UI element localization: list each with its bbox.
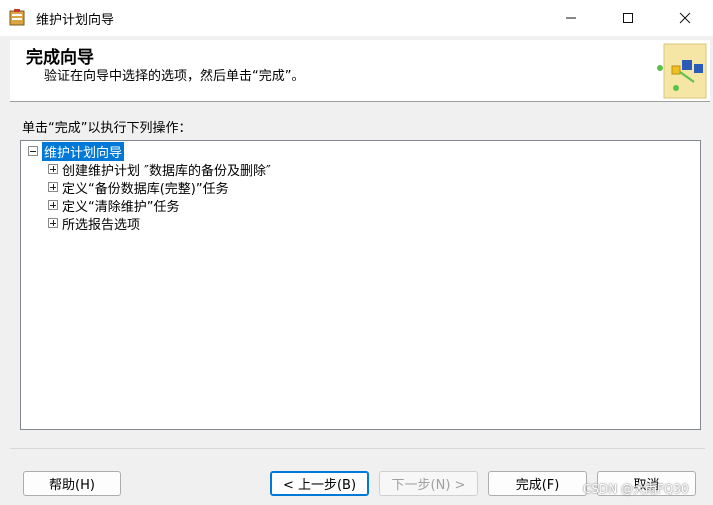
- wizard-graphic-icon: [657, 43, 707, 99]
- help-button[interactable]: 帮助(H): [23, 471, 121, 496]
- page-subtitle: 验证在向导中选择的选项，然后单击“完成”。: [44, 69, 305, 84]
- collapse-icon[interactable]: [28, 146, 38, 156]
- back-button[interactable]: < 上一步(B): [270, 471, 369, 496]
- expand-icon[interactable]: [48, 164, 58, 174]
- tree-item[interactable]: 定义“清除维护”任务: [48, 196, 180, 215]
- tree-item[interactable]: 创建维护计划 ″数据库的备份及删除″: [48, 160, 271, 179]
- next-button[interactable]: 下一步(N) >: [379, 471, 478, 496]
- close-button[interactable]: [657, 0, 713, 36]
- wizard-header: 完成向导 验证在向导中选择的选项，然后单击“完成”。: [10, 40, 710, 102]
- title-bar: 维护计划向导: [0, 0, 713, 36]
- close-icon: [679, 12, 691, 24]
- maximize-button[interactable]: [600, 0, 656, 36]
- tree-item-label: 定义“清除维护”任务: [62, 199, 180, 215]
- wizard-window: 维护计划向导 完成向导 验证在向导中选择的选项，然后单击“完成”。 单击“完成”…: [0, 0, 713, 505]
- tree-root-label: 维护计划向导: [40, 140, 126, 162]
- window-title: 维护计划向导: [36, 13, 115, 28]
- tree-item[interactable]: 定义“备份数据库(完整)”任务: [48, 178, 229, 197]
- tree-item-label: 创建维护计划 ″数据库的备份及删除″: [62, 163, 271, 179]
- expand-icon[interactable]: [48, 218, 58, 228]
- tree-item-label: 所选报告选项: [62, 217, 141, 233]
- tree-item[interactable]: 所选报告选项: [48, 214, 141, 233]
- minimize-icon: [566, 17, 576, 19]
- footer-divider: [10, 448, 705, 449]
- tree-item-label: 定义“备份数据库(完整)”任务: [62, 181, 229, 197]
- instruction-label: 单击“完成”以执行下列操作：: [22, 121, 192, 136]
- maximize-icon: [623, 13, 633, 23]
- minimize-button[interactable]: [543, 0, 599, 36]
- watermark: CSDN @大雨FQ30: [583, 482, 689, 496]
- finish-button[interactable]: 完成(F): [488, 471, 587, 496]
- expand-icon[interactable]: [48, 200, 58, 210]
- app-icon: [9, 9, 25, 26]
- expand-icon[interactable]: [48, 182, 58, 192]
- summary-tree[interactable]: 维护计划向导 创建维护计划 ″数据库的备份及删除″ 定义“备份数据库(完整)”任…: [20, 140, 701, 430]
- tree-root[interactable]: 维护计划向导: [28, 140, 126, 162]
